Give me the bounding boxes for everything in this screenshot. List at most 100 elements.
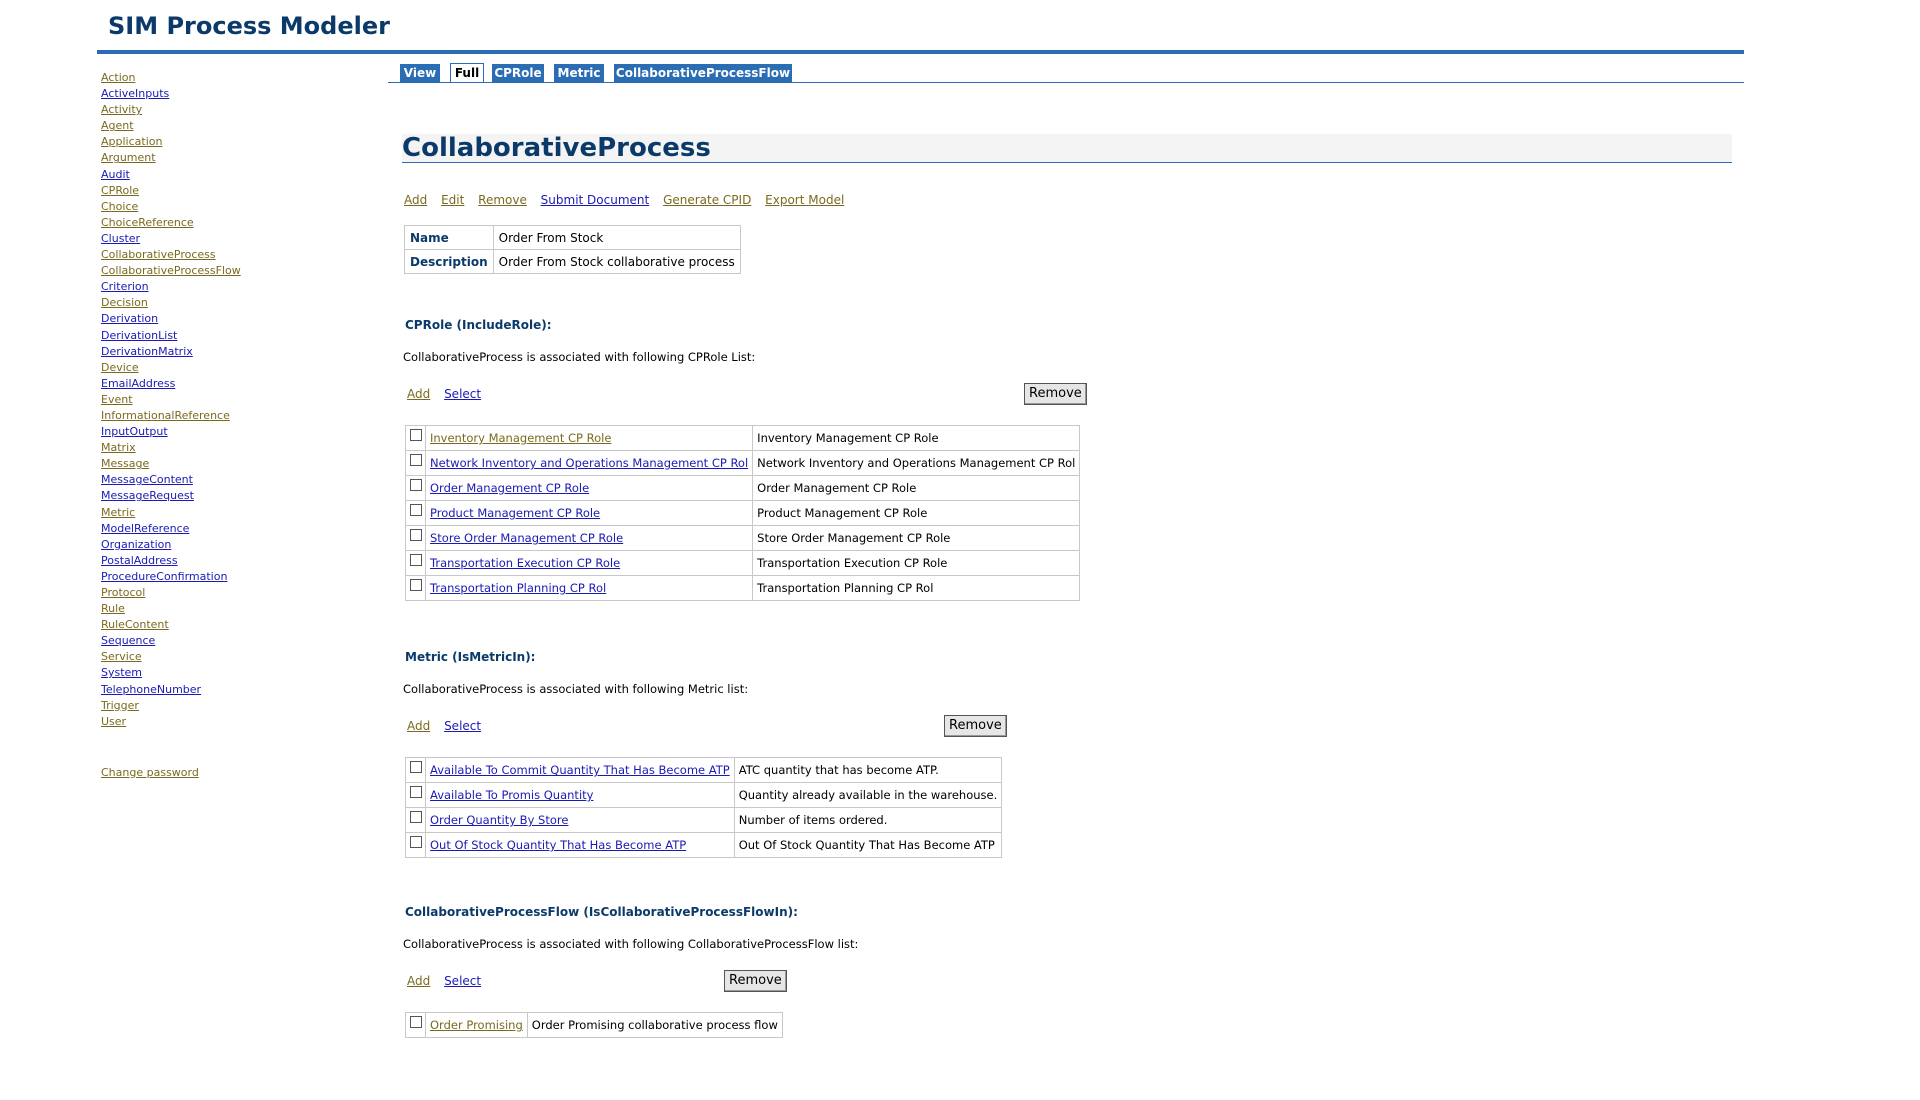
checkbox-cell [405,782,426,808]
flow-remove-button[interactable]: Remove [724,970,787,992]
export-model-link[interactable]: Export Model [765,193,844,207]
sidebar-link[interactable]: PostalAddress [101,554,178,567]
row-link[interactable]: Available To Promis Quantity [430,788,593,802]
sidebar-link[interactable]: EmailAddress [101,377,175,390]
sidebar-link[interactable]: User [101,715,126,728]
flow-select-link[interactable]: Select [444,974,481,988]
row-checkbox[interactable] [410,761,422,773]
sidebar-link[interactable]: Metric [101,506,135,519]
submit-document-link[interactable]: Submit Document [541,193,650,207]
sidebar-link[interactable]: InputOutput [101,425,168,438]
sidebar-link[interactable]: ChoiceReference [101,216,194,229]
generate-cpid-link[interactable]: Generate CPID [663,193,751,207]
sidebar-item: RuleContent [101,617,351,633]
sidebar-link[interactable]: System [101,666,142,679]
checkbox-cell [405,450,426,476]
sidebar-link[interactable]: InformationalReference [101,409,230,422]
tab-cprole[interactable]: CPRole [492,64,544,82]
sidebar-link[interactable]: Agent [101,119,134,132]
row-checkbox[interactable] [410,579,422,591]
sidebar-link[interactable]: Device [101,361,139,374]
sidebar-link[interactable]: Application [101,135,162,148]
sidebar-link[interactable]: TelephoneNumber [101,683,201,696]
tab-metric[interactable]: Metric [554,64,604,82]
sidebar-link[interactable]: Sequence [101,634,155,647]
sidebar-link[interactable]: Argument [101,151,156,164]
tab-full[interactable]: Full [450,63,484,83]
sidebar-link[interactable]: Organization [101,538,171,551]
sidebar-link[interactable]: Service [101,650,142,663]
sidebar-link[interactable]: MessageContent [101,473,193,486]
sidebar-link[interactable]: CollaborativeProcessFlow [101,264,241,277]
row-link[interactable]: Transportation Execution CP Role [430,556,620,570]
change-password-link[interactable]: Change password [101,766,199,779]
row-link[interactable]: Product Management CP Role [430,506,600,520]
row-checkbox[interactable] [410,786,422,798]
row-checkbox[interactable] [410,554,422,566]
add-link[interactable]: Add [404,193,427,207]
row-checkbox[interactable] [410,479,422,491]
sidebar-link[interactable]: Rule [101,602,125,615]
edit-link[interactable]: Edit [441,193,464,207]
flow-add-link[interactable]: Add [407,974,430,988]
sidebar-link[interactable]: DerivationList [101,329,177,342]
row-checkbox[interactable] [410,1016,422,1028]
sidebar-link[interactable]: Protocol [101,586,145,599]
sidebar-link[interactable]: Derivation [101,312,158,325]
row-link[interactable]: Inventory Management CP Role [430,431,611,445]
sidebar-item: Criterion [101,279,351,295]
cprole-section-desc: CollaborativeProcess is associated with … [403,350,756,364]
sidebar-item: User [101,714,351,730]
row-link[interactable]: Order Quantity By Store [430,813,568,827]
row-checkbox[interactable] [410,504,422,516]
sidebar-link[interactable]: Cluster [101,232,140,245]
property-row: Name Order From Stock [404,225,741,250]
sidebar-link[interactable]: ActiveInputs [101,87,169,100]
row-link[interactable]: Network Inventory and Operations Managem… [430,456,748,470]
row-link[interactable]: Available To Commit Quantity That Has Be… [430,763,730,777]
metric-remove-button[interactable]: Remove [944,715,1007,737]
row-checkbox[interactable] [410,811,422,823]
sidebar-link[interactable]: Event [101,393,133,406]
sidebar-link[interactable]: Choice [101,200,138,213]
sidebar-item: Service [101,649,351,665]
row-link[interactable]: Transportation Planning CP Rol [430,581,606,595]
sidebar-link[interactable]: RuleContent [101,618,169,631]
sidebar-link[interactable]: Trigger [101,699,139,712]
row-checkbox[interactable] [410,836,422,848]
row-link[interactable]: Order Management CP Role [430,481,589,495]
sidebar-link[interactable]: CollaborativeProcess [101,248,216,261]
sidebar-link[interactable]: Decision [101,296,148,309]
tab-view[interactable]: View [400,64,440,82]
sidebar-link[interactable]: DerivationMatrix [101,345,193,358]
metric-select-link[interactable]: Select [444,719,481,733]
sidebar-link[interactable]: ModelReference [101,522,189,535]
cprole-select-link[interactable]: Select [444,387,481,401]
cprole-add-link[interactable]: Add [407,387,430,401]
row-checkbox[interactable] [410,529,422,541]
row-checkbox[interactable] [410,429,422,441]
sidebar-link[interactable]: ProcedureConfirmation [101,570,227,583]
sidebar-item: DerivationMatrix [101,344,351,360]
row-link[interactable]: Store Order Management CP Role [430,531,623,545]
row-description: Network Inventory and Operations Managem… [752,450,1081,476]
sidebar-item: PostalAddress [101,553,351,569]
sidebar-link[interactable]: Audit [101,168,130,181]
sidebar-link[interactable]: Activity [101,103,142,116]
row-link[interactable]: Order Promising [430,1018,523,1032]
tab-collaborativeprocessflow[interactable]: CollaborativeProcessFlow [614,64,792,82]
sidebar-link[interactable]: Criterion [101,280,149,293]
metric-add-link[interactable]: Add [407,719,430,733]
sidebar-link[interactable]: Matrix [101,441,136,454]
remove-link[interactable]: Remove [478,193,527,207]
sidebar-link[interactable]: CPRole [101,184,139,197]
sidebar-link[interactable]: Message [101,457,149,470]
link-cell: Order Promising [425,1012,528,1038]
row-link[interactable]: Out Of Stock Quantity That Has Become AT… [430,838,686,852]
table-row: Order Quantity By Store Number of items o… [405,807,1003,833]
table-row: Product Management CP Role Product Manage… [405,500,1081,526]
row-checkbox[interactable] [410,454,422,466]
sidebar-link[interactable]: MessageRequest [101,489,194,502]
cprole-remove-button[interactable]: Remove [1024,383,1087,405]
sidebar-link[interactable]: Action [101,71,135,84]
